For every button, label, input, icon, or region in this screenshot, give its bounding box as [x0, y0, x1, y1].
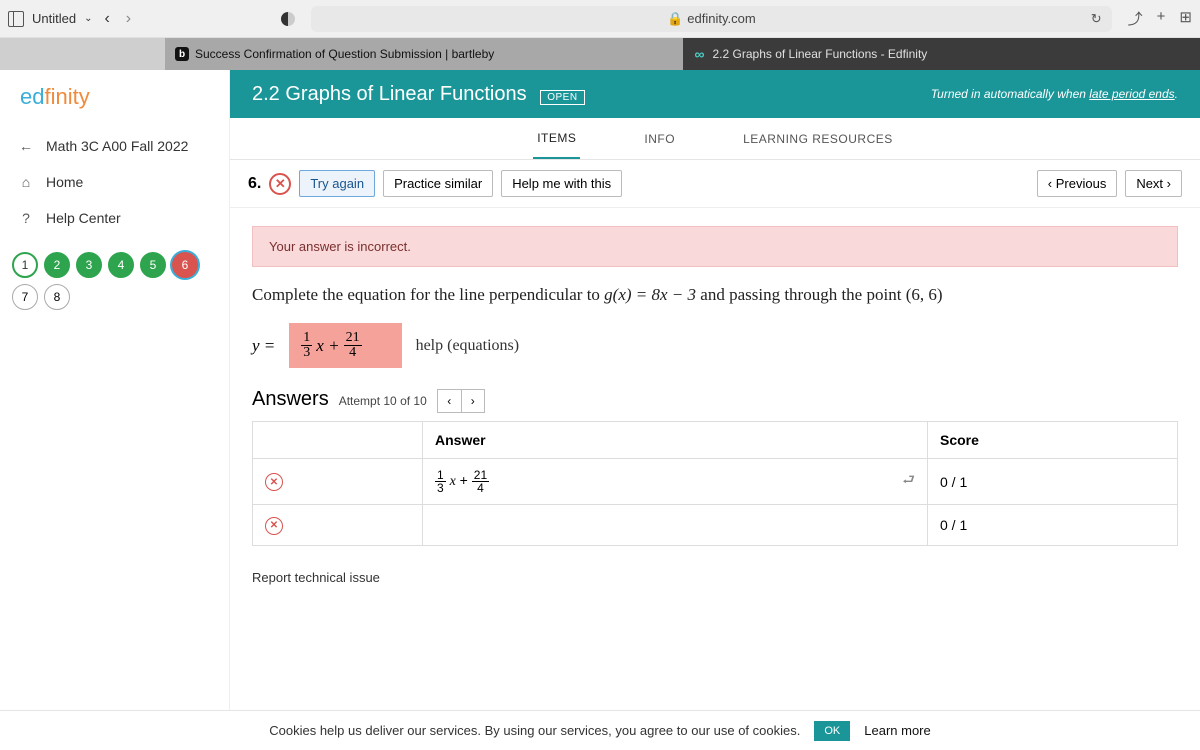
sidebar-item-label: Math 3C A00 Fall 2022: [46, 138, 188, 154]
attempt-next-button[interactable]: ›: [461, 389, 485, 413]
question-bubble-current[interactable]: 6: [172, 252, 198, 278]
sidebar-item-label: Help Center: [46, 210, 121, 226]
table-row: ✕ 13 x + 214 ⮐ 0 / 1: [253, 459, 1178, 505]
lock-icon: 🔒: [667, 11, 683, 27]
tab-info[interactable]: INFO: [640, 120, 679, 158]
url-text: edfinity.com: [687, 11, 755, 26]
tag-icon[interactable]: ⮐: [902, 469, 915, 493]
tab-learning-resources[interactable]: LEARNING RESOURCES: [739, 120, 897, 158]
practice-similar-button[interactable]: Practice similar: [383, 170, 493, 197]
cookie-banner: Cookies help us deliver our services. By…: [0, 710, 1200, 750]
question-toolbar: 6. ✕ Try again Practice similar Help me …: [230, 160, 1200, 208]
answer-input[interactable]: 13 x + 214: [289, 323, 401, 368]
answer-cell: 13 x + 214 ⮐: [423, 459, 928, 505]
browser-tab-strip: b Success Confirmation of Question Submi…: [0, 38, 1200, 70]
cookie-ok-button[interactable]: OK: [814, 721, 850, 741]
question-bubble[interactable]: 5: [140, 252, 166, 278]
help-me-button[interactable]: Help me with this: [501, 170, 622, 197]
new-tab-icon[interactable]: +: [1157, 8, 1166, 29]
sidebar-item-home[interactable]: ⌂ Home: [0, 164, 229, 200]
tab-label: 2.2 Graphs of Linear Functions - Edfinit…: [713, 47, 928, 61]
question-bubble[interactable]: 8: [44, 284, 70, 310]
browser-tab[interactable]: ∞ 2.2 Graphs of Linear Functions - Edfin…: [683, 38, 1200, 70]
previous-button[interactable]: ‹ Previous: [1037, 170, 1118, 197]
answers-table: Answer Score ✕ 13 x + 214 ⮐ 0 / 1: [252, 421, 1178, 546]
sidebar-toggle-icon[interactable]: [8, 11, 24, 27]
help-icon: ?: [18, 210, 34, 226]
incorrect-icon: ✕: [265, 517, 283, 535]
assignment-title: 2.2 Graphs of Linear Functions: [252, 83, 527, 105]
score-cell: 0 / 1: [928, 459, 1178, 505]
favicon: b: [175, 47, 189, 61]
favicon: ∞: [693, 47, 707, 61]
browser-toolbar: Untitled ⌄ ‹ › 🔒 edfinity.com ↻ ⤴ + ⊞: [0, 0, 1200, 38]
url-bar[interactable]: 🔒 edfinity.com ↻: [311, 6, 1112, 32]
report-technical-issue-link[interactable]: Report technical issue: [230, 556, 1200, 599]
table-row: ✕ 0 / 1: [253, 505, 1178, 546]
tracking-shield-icon[interactable]: [281, 12, 295, 26]
turned-in-note: Turned in automatically when late period…: [931, 87, 1178, 101]
question-bubble[interactable]: 7: [12, 284, 38, 310]
incorrect-icon: ✕: [265, 473, 283, 491]
logo[interactable]: edfinity: [0, 70, 229, 124]
equation-lhs: y =: [252, 336, 275, 355]
question-bubble[interactable]: 2: [44, 252, 70, 278]
sidebar: edfinity ← Math 3C A00 Fall 2022 ⌂ Home …: [0, 70, 230, 750]
question-bubble[interactable]: 1: [12, 252, 38, 278]
score-cell: 0 / 1: [928, 505, 1178, 546]
question-bubble[interactable]: 4: [108, 252, 134, 278]
sidebar-item-course[interactable]: ← Math 3C A00 Fall 2022: [0, 128, 229, 164]
tab-label: Success Confirmation of Question Submiss…: [195, 47, 494, 61]
reload-icon[interactable]: ↻: [1091, 11, 1102, 27]
nav-back[interactable]: ‹: [100, 10, 113, 28]
late-period-link[interactable]: late period ends: [1089, 87, 1174, 101]
cookie-learn-more-link[interactable]: Learn more: [864, 723, 930, 738]
open-badge: OPEN: [540, 90, 584, 105]
tabs-overview-icon[interactable]: ⊞: [1179, 8, 1192, 29]
help-equations-link[interactable]: help (equations): [416, 337, 520, 355]
question-nav: 1 2 3 4 5 6 7 8: [0, 240, 229, 322]
browser-tab[interactable]: b Success Confirmation of Question Submi…: [165, 38, 683, 70]
question-prompt: Complete the equation for the line perpe…: [252, 285, 1178, 305]
col-score: Score: [928, 422, 1178, 459]
attempt-prev-button[interactable]: ‹: [437, 389, 461, 413]
answers-heading: Answers: [252, 388, 329, 411]
question-number: 6.: [248, 175, 261, 193]
back-arrow-icon: ←: [18, 138, 34, 154]
sidebar-item-label: Home: [46, 174, 83, 190]
nav-forward: ›: [122, 10, 135, 28]
sub-nav: ITEMS INFO LEARNING RESOURCES: [230, 118, 1200, 160]
assignment-header: 2.2 Graphs of Linear Functions OPEN Turn…: [230, 70, 1200, 118]
next-button[interactable]: Next ›: [1125, 170, 1182, 197]
home-icon: ⌂: [18, 174, 34, 190]
equation-row: y = 13 x + 214 help (equations): [252, 323, 1178, 368]
sidebar-item-help[interactable]: ? Help Center: [0, 200, 229, 236]
cookie-text: Cookies help us deliver our services. By…: [269, 723, 800, 738]
incorrect-icon: ✕: [269, 173, 291, 195]
chevron-down-icon[interactable]: ⌄: [84, 13, 92, 24]
window-tab-title[interactable]: Untitled: [32, 11, 76, 26]
try-again-button[interactable]: Try again: [299, 170, 375, 197]
tab-items[interactable]: ITEMS: [533, 119, 580, 159]
incorrect-alert: Your answer is incorrect.: [252, 226, 1178, 267]
question-bubble[interactable]: 3: [76, 252, 102, 278]
attempt-label: Attempt 10 of 10: [339, 394, 427, 408]
share-icon[interactable]: ⤴: [1128, 8, 1143, 29]
answer-cell: [423, 505, 928, 546]
col-answer: Answer: [423, 422, 928, 459]
